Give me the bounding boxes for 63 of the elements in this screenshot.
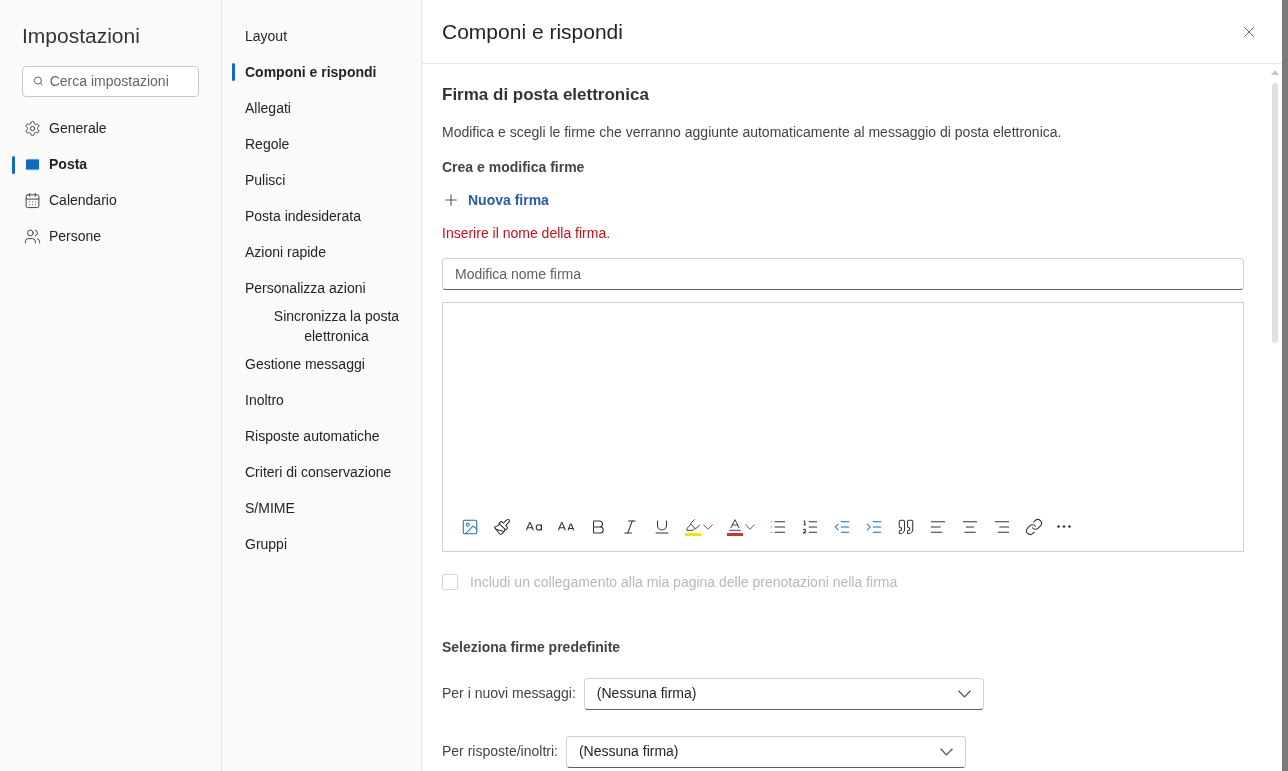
- section-title: Firma di posta elettronica: [442, 84, 650, 106]
- italic-button[interactable]: [621, 517, 639, 536]
- search-icon: [33, 75, 44, 87]
- subnav-item[interactable]: Azioni rapide: [222, 234, 421, 270]
- highlighter-icon: [685, 517, 701, 533]
- select-label: Per risposte/inoltri:: [442, 742, 558, 761]
- subnav-item[interactable]: Gestione messaggi: [222, 346, 421, 382]
- calendar-icon: [24, 192, 41, 209]
- numbered-list-button[interactable]: [801, 517, 819, 536]
- subnav-item[interactable]: Criteri di conservazione: [222, 454, 421, 490]
- underline-icon: [653, 517, 671, 536]
- image-icon: [461, 517, 479, 536]
- subnav-item[interactable]: Layout: [222, 18, 421, 54]
- error-message: Inserire il nome della firma.: [442, 223, 612, 243]
- numbered-list-icon: [801, 517, 819, 536]
- image-button[interactable]: [461, 517, 479, 536]
- search-input[interactable]: Cerca impostazioni: [49, 70, 188, 92]
- subnav-item[interactable]: Pulisci: [222, 162, 421, 198]
- subnav-item[interactable]: Personalizza azioni: [222, 270, 421, 306]
- subheading: Crea e modifica firme: [442, 157, 586, 177]
- settings-title: Impostazioni: [21, 23, 141, 49]
- more-icon: [1057, 525, 1071, 528]
- signature-dropdown[interactable]: (Nessuna firma): [565, 735, 966, 768]
- format-painter-button[interactable]: [493, 517, 511, 536]
- font-color-button[interactable]: [727, 517, 755, 536]
- section-description: Modifica e scegli le firme che verranno aggiunte automaticamente al messaggio di posta elettronica.: [442, 122, 1063, 142]
- subnav-item[interactable]: Inoltro: [222, 382, 421, 418]
- underline-button[interactable]: [653, 517, 671, 536]
- subnav-item[interactable]: Allegati: [222, 90, 421, 126]
- link-icon: [1025, 517, 1043, 536]
- quote-icon: [897, 517, 915, 536]
- format-painter-icon: [493, 517, 511, 536]
- subnav-item[interactable]: S/MIME: [222, 490, 421, 526]
- caret-icon: [703, 523, 713, 530]
- sidebar-item[interactable]: Calendario: [0, 182, 221, 219]
- defaults-heading: Seleziona firme predefinite: [442, 637, 622, 657]
- select-label: Per i nuovi messaggi:: [442, 684, 576, 703]
- subnav-item[interactable]: Sincronizza la posta elettronica: [222, 306, 421, 346]
- subnav-item[interactable]: Regole: [222, 126, 421, 162]
- subnav-item[interactable]: Componi e rispondi: [222, 54, 421, 90]
- more-button[interactable]: [1057, 525, 1071, 528]
- signature-dropdown[interactable]: (Nessuna firma): [583, 677, 984, 710]
- chevron-icon: [957, 689, 971, 698]
- sidebar-item[interactable]: Posta: [0, 146, 221, 183]
- subnav-item[interactable]: Risposte automatiche: [222, 418, 421, 454]
- search-field[interactable]: Cerca impostazioni: [22, 65, 199, 97]
- font-color-icon: [727, 517, 743, 533]
- plus-icon: [442, 191, 460, 209]
- highlighter-button[interactable]: [685, 517, 713, 536]
- chevron-icon: [939, 747, 953, 756]
- sidebar-item[interactable]: Persone: [0, 218, 221, 255]
- link-button[interactable]: [1025, 517, 1043, 536]
- signature-name-field[interactable]: Modifica nome firma: [442, 257, 1244, 290]
- caret-icon: [745, 523, 755, 530]
- subnav-item[interactable]: Gruppi: [222, 526, 421, 562]
- people-icon: [24, 228, 41, 245]
- sidebar-item[interactable]: Generale: [0, 110, 221, 147]
- gear-icon: [24, 120, 41, 137]
- new-signature-button[interactable]: Nuova firma: [442, 189, 549, 211]
- page-title: Componi e rispondi: [442, 18, 623, 45]
- italic-icon: [621, 517, 639, 536]
- quote-button[interactable]: [897, 517, 915, 536]
- subnav-item[interactable]: Posta indesiderata: [222, 198, 421, 234]
